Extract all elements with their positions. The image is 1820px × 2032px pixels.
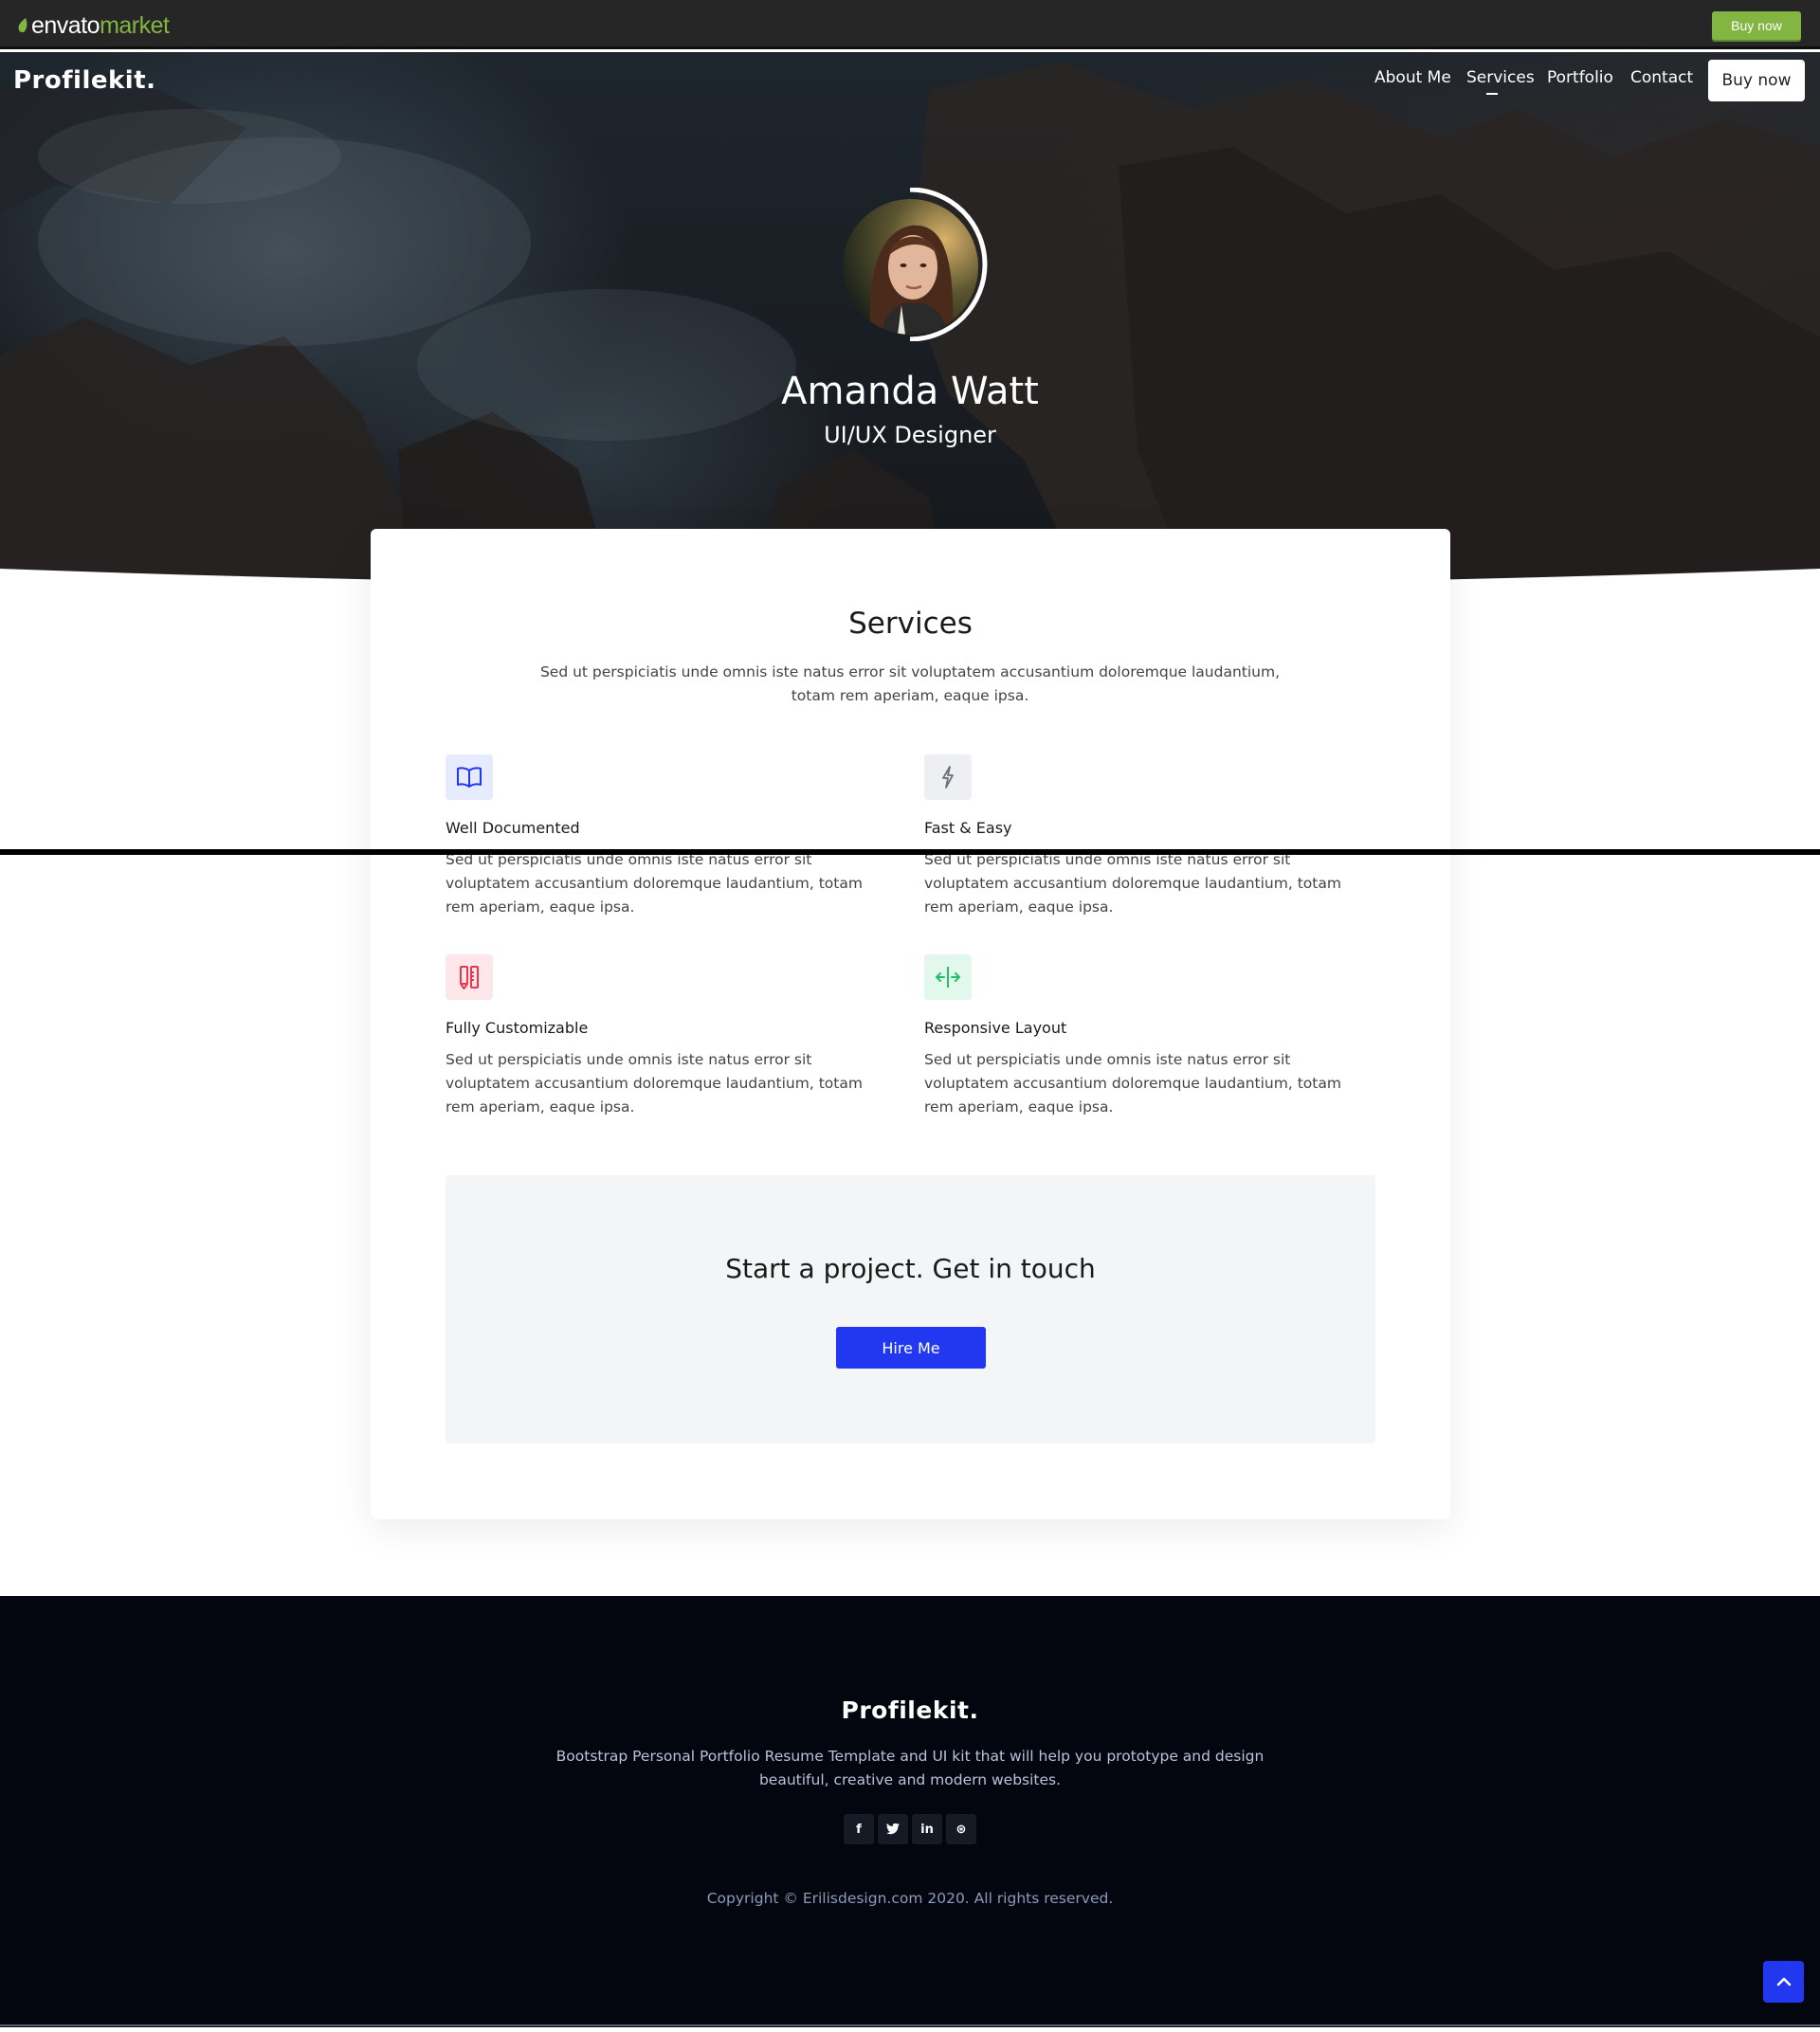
chevron-up-icon [1776,1977,1791,1987]
footer: Profilekit. Bootstrap Personal Portfolio… [0,1596,1820,2027]
feature-title: Responsive Layout [924,1019,1067,1037]
lightning-icon [924,754,972,800]
avatar-frame [838,188,990,341]
services-title: Services [848,607,973,641]
nav-services[interactable]: Services [1466,68,1535,87]
arrows-horizontal-icon [924,954,972,1000]
site-logo[interactable]: Profilekit. [13,66,156,95]
nav-contact[interactable]: Contact [1630,68,1693,87]
leaf-icon [18,18,27,33]
services-description: Sed ut perspiciatis unde omnis iste natu… [539,663,1281,704]
envato-logo-word: envato [31,11,100,39]
envato-logo-market: market [100,11,170,39]
feature-responsive-layout: Responsive Layout Sed ut perspiciatis un… [924,954,1370,1119]
nav-portfolio[interactable]: Portfolio [1547,68,1613,87]
facebook-icon[interactable]: f [844,1814,874,1844]
avatar-photo [843,199,978,335]
feature-well-documented: Well Documented Sed ut perspiciatis unde… [446,754,891,919]
feature-text: Sed ut perspiciatis unde omnis iste natu… [446,851,863,916]
book-icon [446,754,493,800]
scroll-to-top-button[interactable] [1763,1961,1804,2003]
footer-logo[interactable]: Profilekit. [0,1696,1820,1724]
feature-text: Sed ut perspiciatis unde omnis iste natu… [446,1051,863,1116]
dribbble-icon[interactable]: ⊛ [946,1814,976,1844]
footer-description: Bootstrap Personal Portfolio Resume Temp… [555,1748,1265,1788]
hero-name: Amanda Watt [781,370,1039,413]
hire-me-button[interactable]: Hire Me [836,1327,986,1369]
envato-bar: envato market Buy now [0,0,1820,49]
feature-text: Sed ut perspiciatis unde omnis iste natu… [924,1051,1341,1116]
screenshot-seam-line [0,849,1820,855]
cta-title: Start a project. Get in touch [725,1253,1096,1284]
nav-about-me[interactable]: About Me [1374,68,1451,87]
feature-text: Sed ut perspiciatis unde omnis iste natu… [924,851,1341,916]
page: envato market Buy now Profilekit. About M… [0,0,1820,2032]
envato-logo[interactable]: envato market [17,11,170,39]
avatar [843,199,978,335]
feature-title: Well Documented [446,819,580,837]
header-buy-button[interactable]: Buy now [1708,60,1805,101]
cta-box: Start a project. Get in touch Hire Me [446,1175,1375,1443]
twitter-icon[interactable] [878,1814,908,1844]
feature-fully-customizable: Fully Customizable Sed ut perspiciatis u… [446,954,891,1119]
linkedin-icon[interactable]: in [912,1814,942,1844]
nav-active-indicator [1486,93,1498,95]
social-links: f in ⊛ [844,1814,976,1844]
bottom-border [0,2024,1820,2026]
feature-fast-easy: Fast & Easy Sed ut perspiciatis unde omn… [924,754,1370,919]
feature-title: Fully Customizable [446,1019,589,1037]
hero-role: UI/UX Designer [824,422,996,448]
feature-title: Fast & Easy [924,819,1012,837]
tools-icon [446,954,493,1000]
envato-buy-button[interactable]: Buy now [1712,11,1801,40]
copyright-text: Copyright © Erilisdesign.com 2020. All r… [706,1890,1114,1907]
